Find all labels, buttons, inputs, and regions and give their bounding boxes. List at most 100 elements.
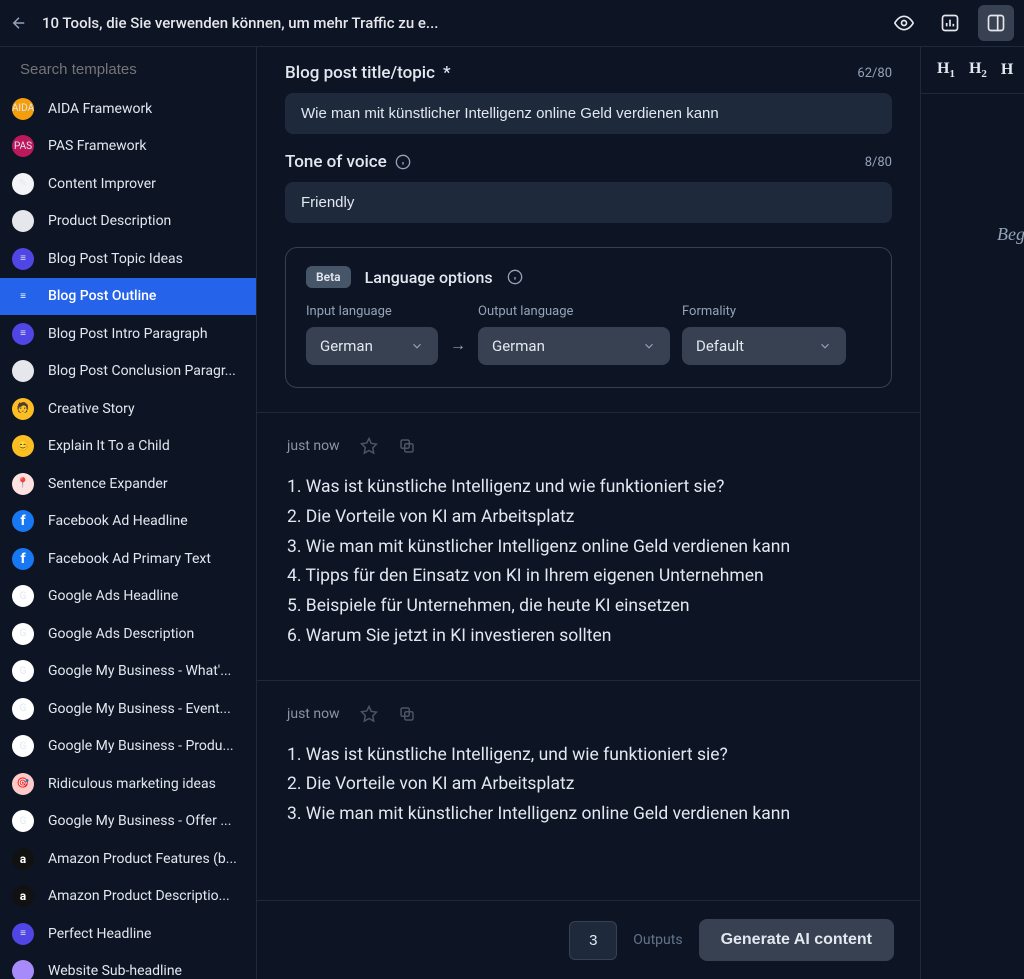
sidebar-item-6[interactable]: ≡Blog Post Intro Paragraph	[0, 315, 256, 353]
sidebar-item-15[interactable]: GGoogle My Business - What'...	[0, 653, 256, 691]
template-icon: 😊	[12, 435, 34, 457]
sidebar-item-label: Google My Business - Offer ...	[48, 813, 231, 829]
info-icon	[395, 154, 411, 170]
preview-button[interactable]	[886, 5, 922, 41]
tone-counter: 8/80	[865, 155, 892, 170]
language-options-title: Language options	[365, 268, 493, 287]
template-icon: PAS	[12, 135, 34, 157]
result-line: 2. Die Vorteile von KI am Arbeitsplatz	[287, 503, 890, 533]
results-list: just now 1. Was ist künstliche Intelligen…	[257, 412, 920, 900]
input-lang-select[interactable]: German	[306, 327, 438, 365]
h3-button[interactable]: H	[997, 59, 1017, 81]
template-icon: f	[12, 510, 34, 532]
sidebar-item-3[interactable]: Product Description	[0, 203, 256, 241]
chevron-down-icon	[410, 339, 424, 353]
back-arrow-icon[interactable]	[10, 14, 28, 32]
sidebar-item-label: Google Ads Description	[48, 626, 194, 642]
sidebar-item-23[interactable]: Website Sub-headline	[0, 953, 256, 979]
beta-badge: Beta	[306, 266, 351, 288]
outputs-count-input[interactable]	[569, 921, 617, 960]
title-input[interactable]	[285, 93, 892, 134]
sidebar-item-label: Product Description	[48, 213, 171, 229]
sidebar-item-label: Content Improver	[48, 176, 156, 192]
sidebar-item-5[interactable]: ≡ Blog Post Outline	[0, 278, 256, 316]
copy-icon[interactable]	[398, 705, 416, 723]
result-line: 3. Wie man mit künstlicher Intelligenz o…	[287, 800, 890, 830]
template-icon: ≡	[12, 923, 34, 945]
sidebar-item-12[interactable]: fFacebook Ad Primary Text	[0, 540, 256, 578]
sidebar-item-0[interactable]: AIDAAIDA Framework	[0, 90, 256, 128]
sidebar-item-label: PAS Framework	[48, 138, 147, 154]
template-icon: G	[12, 810, 34, 832]
editor-panel: H1 H2 H Beg	[921, 47, 1024, 979]
editor-toolbar: H1 H2 H	[921, 47, 1024, 94]
formality-select[interactable]: Default	[682, 327, 846, 365]
template-icon: G	[12, 735, 34, 757]
sidebar-item-7[interactable]: Blog Post Conclusion Paragr...	[0, 353, 256, 391]
sidebar-item-label: Explain It To a Child	[48, 438, 170, 454]
result-body: 1. Was ist künstliche Intelligenz, und w…	[287, 741, 890, 830]
sidebar-item-1[interactable]: PAS PAS Framework	[0, 128, 256, 166]
h1-button[interactable]: H1	[933, 58, 959, 82]
arrow-icon: →	[450, 335, 466, 365]
analytics-button[interactable]	[932, 5, 968, 41]
sidebar-item-8[interactable]: 🧑Creative Story	[0, 390, 256, 428]
template-sidebar: AIDAAIDA Framework PAS PAS Framework ✎ Conte…	[0, 47, 257, 979]
bottom-bar: Outputs Generate AI content	[257, 900, 920, 979]
sidebar-item-14[interactable]: GGoogle Ads Description	[0, 615, 256, 653]
input-lang-label: Input language	[306, 304, 438, 319]
result-line: 1. Was ist künstliche Intelligenz und wi…	[287, 473, 890, 503]
sidebar-item-19[interactable]: G Google My Business - Offer ...	[0, 803, 256, 841]
template-icon: ✎	[12, 173, 34, 195]
sidebar-item-label: Blog Post Conclusion Paragr...	[48, 363, 236, 379]
sidebar-item-16[interactable]: GGoogle My Business - Event...	[0, 690, 256, 728]
center-panel: Blog post title/topic * 62/80 Tone of vo…	[257, 47, 921, 979]
result-line: 1. Was ist künstliche Intelligenz, und w…	[287, 741, 890, 771]
chevron-down-icon	[818, 339, 832, 353]
template-icon: ≡	[12, 285, 34, 307]
result-body: 1. Was ist künstliche Intelligenz und wi…	[287, 473, 890, 652]
sidebar-item-label: Website Sub-headline	[48, 963, 182, 979]
copy-icon[interactable]	[398, 437, 416, 455]
sidebar-item-9[interactable]: 😊 Explain It To a Child	[0, 428, 256, 466]
chevron-down-icon	[642, 339, 656, 353]
sidebar-item-22[interactable]: ≡ Perfect Headline	[0, 915, 256, 953]
result-line: 5. Beispiele für Unternehmen, die heute …	[287, 592, 890, 622]
sidebar-item-17[interactable]: G Google My Business - Produ...	[0, 728, 256, 766]
sidebar-item-18[interactable]: 🎯Ridiculous marketing ideas	[0, 765, 256, 803]
sidebar-item-label: Blog Post Outline	[48, 288, 156, 304]
sidebar-item-11[interactable]: fFacebook Ad Headline	[0, 503, 256, 541]
generate-button[interactable]: Generate AI content	[699, 919, 894, 961]
result-line: 3. Wie man mit künstlicher Intelligenz o…	[287, 533, 890, 563]
sidebar-item-20[interactable]: aAmazon Product Features (b...	[0, 840, 256, 878]
result-time: just now	[287, 706, 340, 722]
h2-button[interactable]: H2	[965, 58, 991, 82]
template-icon	[12, 960, 34, 979]
result-time: just now	[287, 438, 340, 454]
sidebar-item-label: Perfect Headline	[48, 926, 151, 942]
editor-placeholder[interactable]: Beg	[921, 94, 1024, 245]
split-view-button[interactable]	[978, 5, 1014, 41]
formality-label: Formality	[682, 304, 846, 319]
template-icon: G	[12, 660, 34, 682]
tone-input[interactable]	[285, 182, 892, 223]
template-icon: AIDA	[12, 98, 34, 120]
search-input[interactable]	[20, 61, 236, 78]
template-icon: a	[12, 885, 34, 907]
language-options-card: Beta Language options Input language Ger…	[285, 247, 892, 388]
result-line: 6. Warum Sie jetzt in KI investieren sol…	[287, 622, 890, 652]
result-card: just now 1. Was ist künstliche Intelligen…	[257, 680, 920, 858]
template-icon: G	[12, 585, 34, 607]
sidebar-item-10[interactable]: 📍Sentence Expander	[0, 465, 256, 503]
output-lang-select[interactable]: German	[478, 327, 670, 365]
sidebar-item-13[interactable]: GGoogle Ads Headline	[0, 578, 256, 616]
result-line: 4. Tipps für den Einsatz von KI in Ihrem…	[287, 562, 890, 592]
sidebar-item-2[interactable]: ✎ Content Improver	[0, 165, 256, 203]
template-icon: a	[12, 848, 34, 870]
title-counter: 62/80	[857, 66, 892, 81]
sidebar-item-21[interactable]: aAmazon Product Descriptio...	[0, 878, 256, 916]
sidebar-item-4[interactable]: ≡Blog Post Topic Ideas	[0, 240, 256, 278]
star-icon[interactable]	[360, 437, 378, 455]
sidebar-item-label: Google My Business - Produ...	[48, 738, 234, 754]
star-icon[interactable]	[360, 705, 378, 723]
